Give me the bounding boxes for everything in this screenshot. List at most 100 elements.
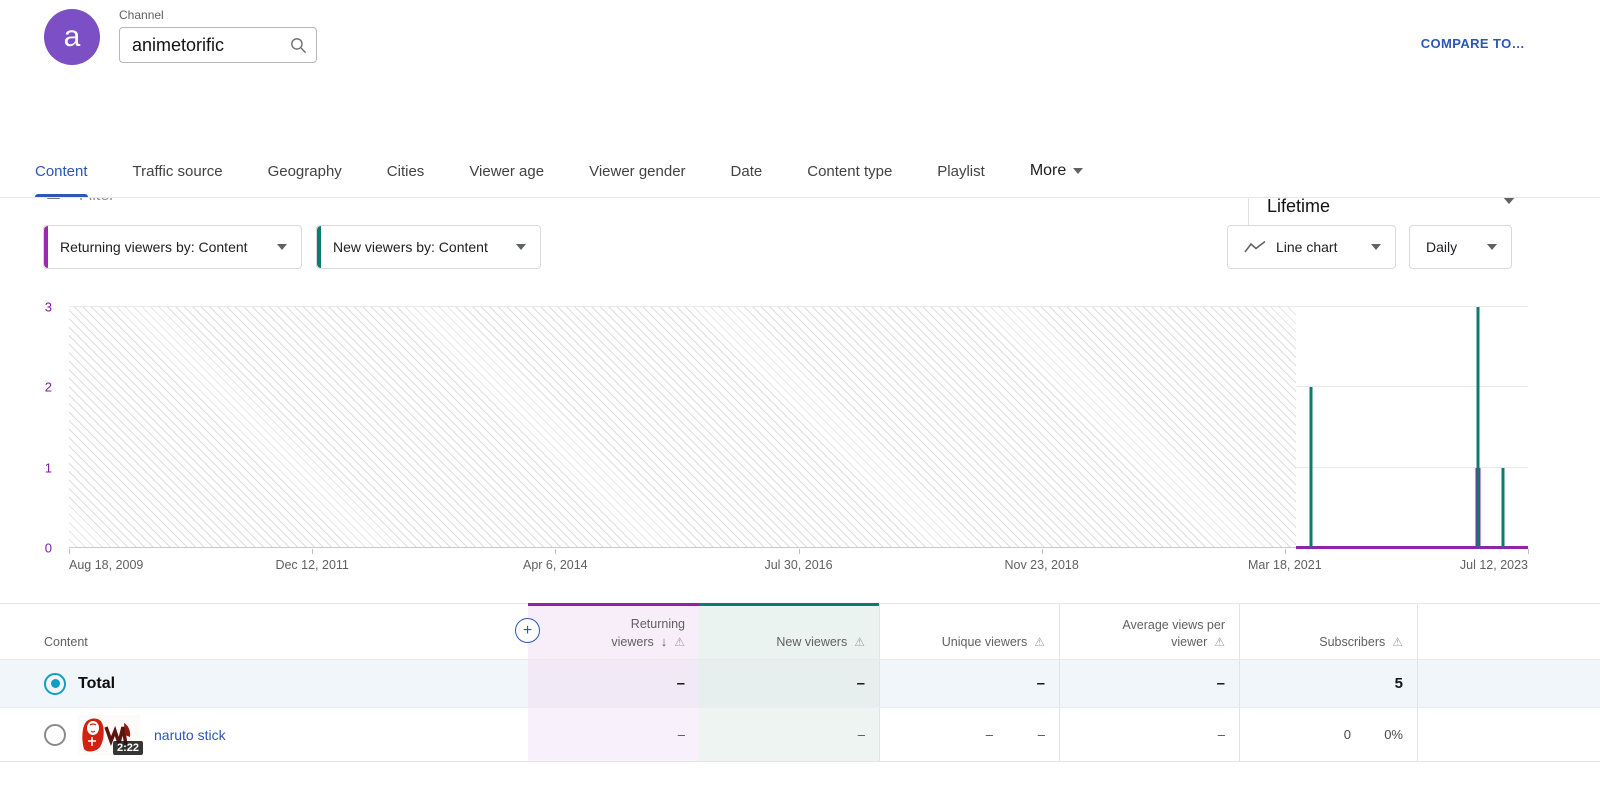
y-axis-tick-label: 1 bbox=[45, 461, 52, 474]
x-axis-tick-label: Apr 6, 2014 bbox=[523, 558, 588, 572]
column-header-label: Unique viewers bbox=[942, 635, 1027, 649]
total-new-viewers: – bbox=[699, 660, 879, 707]
tab-viewer-age[interactable]: Viewer age bbox=[469, 145, 544, 197]
chart-type-dropdown[interactable]: Line chart bbox=[1227, 225, 1396, 269]
x-axis-tick bbox=[1528, 549, 1529, 554]
new-viewers-metric-dropdown[interactable]: New viewers by: Content bbox=[316, 225, 541, 269]
x-axis-tick bbox=[1042, 549, 1043, 554]
analytics-page: a Channel animetorific COMPARE TO… Filte… bbox=[0, 0, 1600, 800]
tab-more[interactable]: More bbox=[1030, 145, 1083, 197]
video-thumbnail[interactable]: 2:22 bbox=[78, 715, 140, 755]
x-axis-tick bbox=[1285, 549, 1286, 554]
dimension-tabs: Content Traffic source Geography Cities … bbox=[0, 145, 1600, 198]
video-new-viewers: – bbox=[699, 708, 879, 761]
x-axis-tick bbox=[312, 549, 313, 554]
x-axis-tick-label: Jul 30, 2016 bbox=[764, 558, 832, 572]
warning-icon[interactable]: ⚠ bbox=[1214, 635, 1225, 649]
table-video-row: 2:22 naruto stick – – –– – 00% bbox=[0, 708, 1600, 762]
content-table: Content Returning viewers↓⚠ New viewers⚠… bbox=[0, 603, 1600, 762]
tab-geography[interactable]: Geography bbox=[268, 145, 342, 197]
chevron-down-icon bbox=[516, 244, 526, 250]
warning-icon[interactable]: ⚠ bbox=[854, 635, 865, 649]
chevron-down-icon bbox=[1371, 244, 1381, 250]
total-label: Total bbox=[78, 675, 115, 693]
channel-avatar[interactable]: a bbox=[44, 9, 100, 65]
series-baseline bbox=[1296, 546, 1528, 549]
table-header-row: Content Returning viewers↓⚠ New viewers⚠… bbox=[0, 603, 1600, 660]
data-spike bbox=[1309, 387, 1312, 548]
plus-icon: + bbox=[523, 623, 532, 639]
search-icon[interactable] bbox=[289, 36, 308, 55]
column-header-content: Content bbox=[0, 604, 528, 659]
column-header-returning-viewers[interactable]: Returning viewers↓⚠ bbox=[528, 604, 699, 659]
y-axis-tick-label: 2 bbox=[45, 381, 52, 394]
column-header-new-viewers[interactable]: New viewers ⚠ bbox=[699, 604, 879, 659]
video-empty-cell bbox=[1417, 708, 1600, 761]
y-axis-tick-label: 0 bbox=[45, 542, 52, 555]
chevron-down-icon bbox=[1487, 244, 1497, 250]
purple-accent-bar bbox=[44, 226, 48, 268]
line-chart-icon bbox=[1244, 240, 1266, 254]
channel-search-input[interactable]: animetorific bbox=[119, 27, 317, 63]
warning-icon[interactable]: ⚠ bbox=[674, 635, 685, 649]
x-axis-tick bbox=[69, 549, 70, 554]
metric-dropdown-label: New viewers by: Content bbox=[333, 239, 488, 255]
column-header-subscribers[interactable]: Subscribers ⚠ bbox=[1239, 604, 1417, 659]
top-header: a Channel animetorific COMPARE TO… bbox=[0, 0, 1600, 85]
video-returning-viewers: – bbox=[528, 708, 699, 761]
tab-viewer-gender[interactable]: Viewer gender bbox=[589, 145, 685, 197]
total-returning-viewers: – bbox=[528, 660, 699, 707]
chart-y-axis: 0123 bbox=[0, 307, 52, 548]
column-header-unique-viewers[interactable]: Unique viewers ⚠ bbox=[879, 604, 1059, 659]
date-preset-text: Lifetime bbox=[1267, 196, 1600, 217]
tab-content-type[interactable]: Content type bbox=[807, 145, 892, 197]
chart-type-label: Line chart bbox=[1276, 239, 1337, 255]
x-axis-tick bbox=[799, 549, 800, 554]
total-empty-cell bbox=[1417, 660, 1600, 707]
data-spike bbox=[1502, 468, 1505, 548]
sort-descending-icon[interactable]: ↓ bbox=[661, 634, 668, 649]
warning-icon[interactable]: ⚠ bbox=[1392, 635, 1403, 649]
table-total-row: Total – – – – 5 bbox=[0, 660, 1600, 708]
y-axis-tick-label: 3 bbox=[45, 301, 52, 314]
granularity-dropdown[interactable]: Daily bbox=[1409, 225, 1512, 269]
total-subscribers: 5 bbox=[1239, 660, 1417, 707]
column-header-average-views[interactable]: Average views per viewer⚠ bbox=[1059, 604, 1239, 659]
metric-dropdown-label: Returning viewers by: Content bbox=[60, 239, 248, 255]
x-axis-tick-label: Dec 12, 2011 bbox=[275, 558, 348, 572]
tab-content[interactable]: Content bbox=[35, 145, 88, 197]
filter-bar[interactable]: Filter Aug 18, 2009 – Jul 12, 2023 Lifet… bbox=[0, 84, 1600, 146]
returning-viewers-metric-dropdown[interactable]: Returning viewers by: Content bbox=[43, 225, 302, 269]
tab-date[interactable]: Date bbox=[731, 145, 763, 197]
video-subscribers: 00% bbox=[1239, 708, 1417, 761]
granularity-label: Daily bbox=[1426, 239, 1457, 255]
x-axis-tick-label: Jul 12, 2023 bbox=[1460, 558, 1528, 572]
column-header-label: New viewers bbox=[776, 635, 847, 649]
video-unique-viewers: –– bbox=[879, 708, 1059, 761]
compare-to-button[interactable]: COMPARE TO… bbox=[1421, 36, 1525, 51]
total-row-lead: Total bbox=[0, 660, 528, 707]
warning-icon[interactable]: ⚠ bbox=[1034, 635, 1045, 649]
x-axis-tick-label: Nov 23, 2018 bbox=[1004, 558, 1078, 572]
chart-x-axis: Aug 18, 2009 Dec 12, 2011 Apr 6, 2014 Jul 3… bbox=[69, 548, 1528, 576]
video-duration-badge: 2:22 bbox=[113, 741, 143, 755]
video-title-link[interactable]: naruto stick bbox=[154, 727, 226, 743]
x-axis-tick bbox=[555, 549, 556, 554]
video-radio-unselected[interactable] bbox=[44, 724, 66, 746]
chart-plot-area bbox=[69, 307, 1528, 548]
column-header-empty bbox=[1417, 604, 1600, 659]
x-axis-tick-label: Aug 18, 2009 bbox=[69, 558, 143, 572]
x-axis-tick-label: Mar 18, 2021 bbox=[1248, 558, 1322, 572]
chevron-down-icon bbox=[1073, 168, 1083, 174]
column-header-label: Average views per viewer bbox=[1122, 618, 1225, 649]
column-header-label: Subscribers bbox=[1319, 635, 1385, 649]
data-spike bbox=[1477, 307, 1480, 548]
video-row-lead: 2:22 naruto stick bbox=[0, 708, 528, 761]
tab-traffic-source[interactable]: Traffic source bbox=[133, 145, 223, 197]
add-metric-button[interactable]: + bbox=[515, 618, 540, 643]
tab-playlist[interactable]: Playlist bbox=[937, 145, 985, 197]
total-radio-selected[interactable] bbox=[44, 673, 66, 695]
channel-label: Channel bbox=[119, 8, 164, 22]
tab-cities[interactable]: Cities bbox=[387, 145, 425, 197]
total-average-views: – bbox=[1059, 660, 1239, 707]
